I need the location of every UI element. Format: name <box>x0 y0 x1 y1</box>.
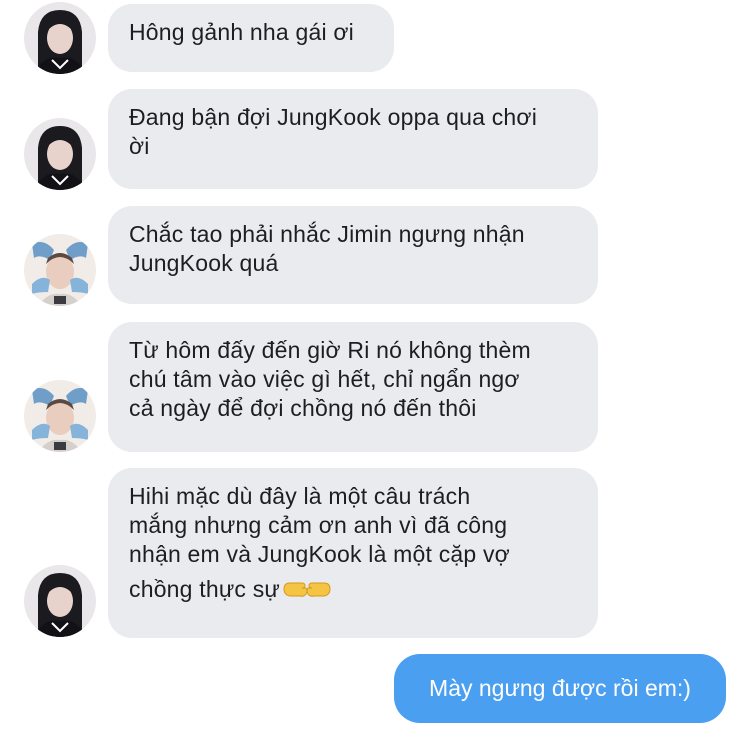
message-text: JungKook quá <box>129 250 279 276</box>
avatar-blue-hands-image <box>24 234 96 306</box>
message-bubble[interactable]: Chắc tao phải nhắc Jimin ngưng nhận Jung… <box>108 206 598 304</box>
avatar[interactable] <box>24 2 96 74</box>
message-text: nhận em và JungKook là một cặp vợ <box>129 541 510 567</box>
message-last-line: chồng thực sự <box>129 575 576 608</box>
avatar-blue-hands-image <box>24 380 96 452</box>
avatar[interactable] <box>24 565 96 637</box>
message-bubble[interactable]: Đang bận đợi JungKook oppa qua chơi ời <box>108 89 598 189</box>
message-text: Chắc tao phải nhắc Jimin ngưng nhận <box>129 221 525 247</box>
outgoing-message-text: Mày ngưng được rồi em:) <box>429 675 691 701</box>
chat-thread: Hông gảnh nha gái ơi Đang bận đợi JungKo… <box>0 0 750 737</box>
pointing-hands-emoji-icon <box>282 577 332 608</box>
message-text: cả ngày để đợi chồng nó đến thôi <box>129 395 477 421</box>
message-bubble[interactable]: Hihi mặc dù đây là một câu trách mắng nh… <box>108 468 598 638</box>
avatar[interactable] <box>24 118 96 190</box>
message-text: Hông gảnh nha gái ơi <box>129 19 354 45</box>
avatar-dark-hair-image <box>24 118 96 190</box>
message-text: chú tâm vào việc gì hết, chỉ ngẩn ngơ <box>129 366 520 392</box>
avatar[interactable] <box>24 234 96 306</box>
avatar-dark-hair-image <box>24 565 96 637</box>
message-text: Hihi mặc dù đây là một câu trách <box>129 483 471 509</box>
message-bubble[interactable]: Từ hôm đấy đến giờ Ri nó không thèm chú … <box>108 322 598 452</box>
message-text: Đang bận đợi JungKook oppa qua chơi <box>129 104 538 130</box>
message-text: ời <box>129 133 150 159</box>
avatar-dark-hair-image <box>24 2 96 74</box>
message-text: mắng nhưng cảm ơn anh vì đã công <box>129 512 508 538</box>
message-text: chồng thực sự <box>129 576 281 602</box>
message-bubble[interactable]: Hông gảnh nha gái ơi <box>108 4 394 72</box>
avatar[interactable] <box>24 380 96 452</box>
outgoing-message-bubble[interactable]: Mày ngưng được rồi em:) <box>394 654 726 723</box>
message-text: Từ hôm đấy đến giờ Ri nó không thèm <box>129 337 531 363</box>
